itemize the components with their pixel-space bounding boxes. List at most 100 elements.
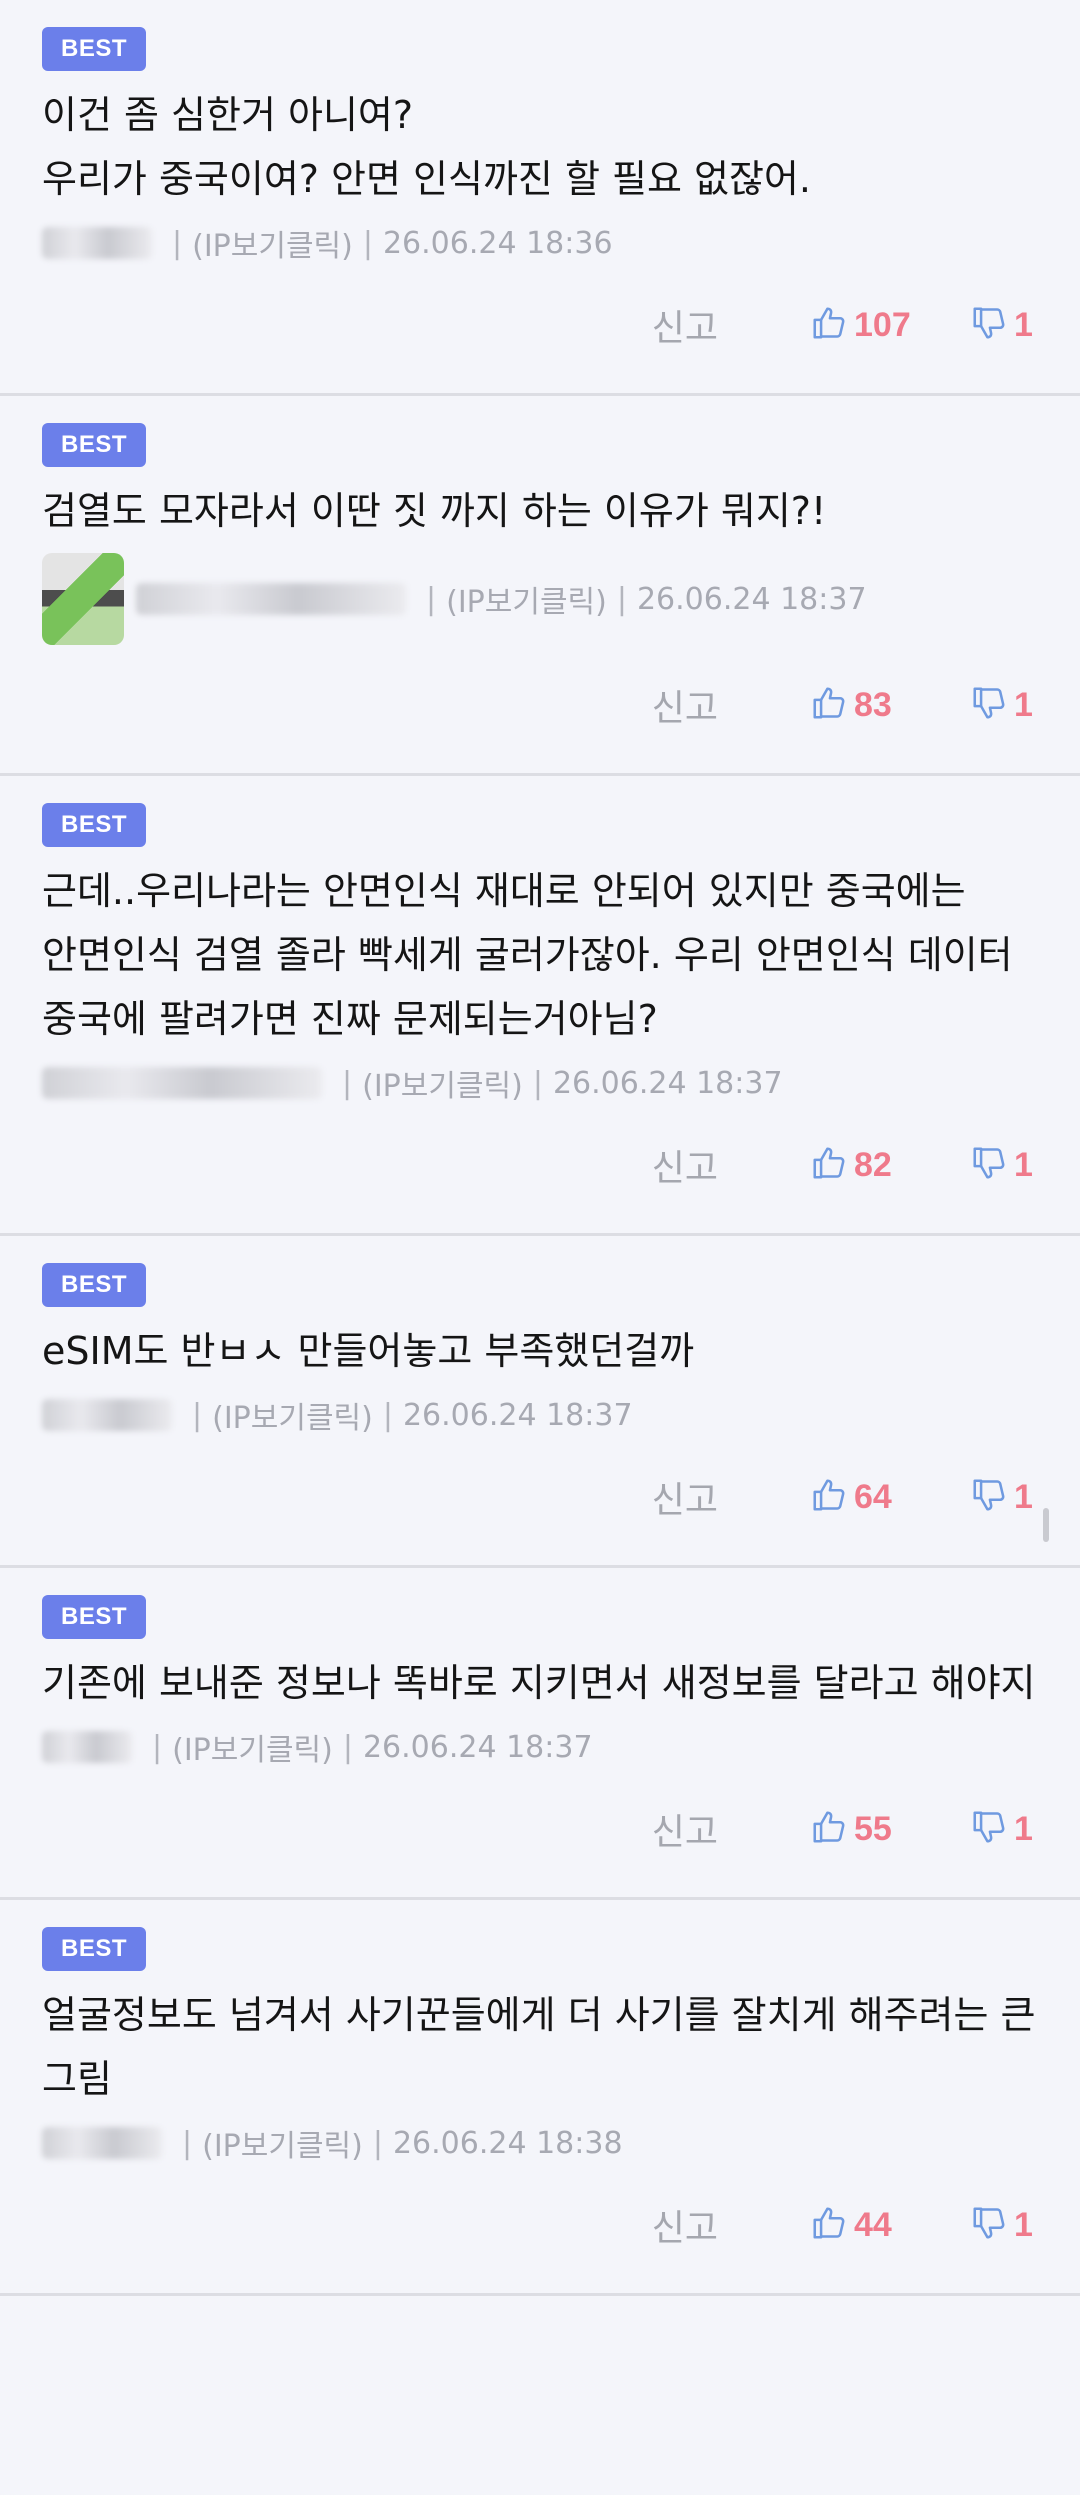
like-count: 107 bbox=[854, 305, 911, 344]
comment-meta: | (IP보기클릭) | 26.06.24 18:37 bbox=[42, 1393, 1040, 1437]
nickname[interactable] bbox=[42, 227, 152, 259]
ip-view-link[interactable]: (IP보기클릭) bbox=[202, 2121, 363, 2165]
separator: | bbox=[342, 1729, 353, 1765]
ip-view-link[interactable]: (IP보기클릭) bbox=[212, 1393, 373, 1437]
separator: | bbox=[382, 1397, 393, 1433]
ip-view-link[interactable]: (IP보기클릭) bbox=[172, 1725, 333, 1769]
best-badge: BEST bbox=[42, 1927, 147, 1971]
best-badge: BEST bbox=[42, 423, 147, 467]
avatar[interactable] bbox=[42, 553, 124, 645]
report-button[interactable]: 신고 bbox=[652, 299, 718, 351]
separator: | bbox=[426, 581, 437, 617]
comment-item: BEST 이건 좀 심한거 아니여? 우리가 중국이여? 안면 인식까진 할 필요… bbox=[0, 0, 1080, 396]
comment-date: 26.06.24 18:37 bbox=[552, 1065, 783, 1101]
ip-view-link[interactable]: (IP보기클릭) bbox=[192, 221, 353, 265]
ip-view-link[interactable]: (IP보기클릭) bbox=[362, 1061, 523, 1105]
dislike-count: 1 bbox=[1014, 1477, 1033, 1516]
comment-actions: 신고 64 1 bbox=[42, 1455, 1040, 1565]
comment-actions: 신고 55 1 bbox=[42, 1787, 1040, 1897]
thumbs-up-icon bbox=[810, 2204, 854, 2246]
report-button[interactable]: 신고 bbox=[652, 1803, 718, 1855]
like-button[interactable]: 55 bbox=[810, 1808, 970, 1850]
dislike-button[interactable]: 1 bbox=[970, 1144, 1040, 1186]
comment-text: 이건 좀 심한거 아니여? 우리가 중국이여? 안면 인식까진 할 필요 없잖어… bbox=[42, 93, 811, 201]
nickname[interactable] bbox=[42, 2127, 162, 2159]
report-button[interactable]: 신고 bbox=[652, 1139, 718, 1191]
comment-meta: | (IP보기클릭) | 26.06.24 18:38 bbox=[42, 2121, 1040, 2165]
separator: | bbox=[342, 1065, 353, 1101]
dislike-count: 1 bbox=[1014, 1809, 1033, 1848]
like-button[interactable]: 107 bbox=[810, 304, 970, 346]
separator: | bbox=[152, 1729, 163, 1765]
dislike-button[interactable]: 1 bbox=[970, 1808, 1040, 1850]
comment-text: 기존에 보내준 정보나 똑바로 지키면서 새정보를 달라고 해야지 bbox=[42, 1661, 1036, 1705]
separator: | bbox=[182, 2125, 193, 2161]
like-count: 55 bbox=[854, 1809, 892, 1848]
comment-list: BEST 이건 좀 심한거 아니여? 우리가 중국이여? 안면 인식까진 할 필요… bbox=[0, 0, 1080, 2296]
comment-text: eSIM도 반ㅂㅅ 만들어놓고 부족했던걸까 bbox=[42, 1329, 695, 1373]
nickname[interactable] bbox=[42, 1731, 132, 1763]
separator: | bbox=[172, 225, 183, 261]
report-button[interactable]: 신고 bbox=[652, 679, 718, 731]
separator: | bbox=[192, 1397, 203, 1433]
comment-actions: 신고 82 1 bbox=[42, 1123, 1040, 1233]
like-button[interactable]: 83 bbox=[810, 684, 970, 726]
comment-date: 26.06.24 18:37 bbox=[402, 1397, 633, 1433]
report-button[interactable]: 신고 bbox=[652, 2199, 718, 2251]
dislike-count: 1 bbox=[1014, 2205, 1033, 2244]
thumbs-down-icon bbox=[970, 2204, 1014, 2246]
comment-text: 검열도 모자라서 이딴 짓 까지 하는 이유가 뭐지?! bbox=[42, 489, 827, 533]
separator: | bbox=[616, 581, 627, 617]
comment-actions: 신고 44 1 bbox=[42, 2183, 1040, 2293]
separator: | bbox=[532, 1065, 543, 1101]
comment-item: BEST 기존에 보내준 정보나 똑바로 지키면서 새정보를 달라고 해야지 | (I… bbox=[0, 1568, 1080, 1900]
dislike-count: 1 bbox=[1014, 305, 1033, 344]
best-badge: BEST bbox=[42, 803, 147, 847]
comment-item: BEST 근데..우리나라는 안면인식 재대로 안되어 있지만 중국에는 안면인식… bbox=[0, 776, 1080, 1236]
thumbs-down-icon bbox=[970, 1144, 1014, 1186]
comment-date: 26.06.24 18:36 bbox=[382, 225, 613, 261]
best-badge: BEST bbox=[42, 1595, 147, 1639]
ip-view-link[interactable]: (IP보기클릭) bbox=[446, 577, 607, 621]
dislike-button[interactable]: 1 bbox=[970, 1476, 1040, 1518]
thumbs-up-icon bbox=[810, 1144, 854, 1186]
comment-date: 26.06.24 18:37 bbox=[636, 581, 867, 617]
thumbs-up-icon bbox=[810, 1808, 854, 1850]
separator: | bbox=[362, 225, 373, 261]
dislike-button[interactable]: 1 bbox=[970, 2204, 1040, 2246]
nickname[interactable] bbox=[136, 583, 406, 615]
comment-actions: 신고 107 1 bbox=[42, 283, 1040, 393]
comment-actions: 신고 83 1 bbox=[42, 663, 1040, 773]
thumbs-down-icon bbox=[970, 684, 1014, 726]
dislike-button[interactable]: 1 bbox=[970, 304, 1040, 346]
dislike-button[interactable]: 1 bbox=[970, 684, 1040, 726]
comment-meta: | (IP보기클릭) | 26.06.24 18:37 bbox=[42, 1725, 1040, 1769]
comment-date: 26.06.24 18:37 bbox=[362, 1729, 593, 1765]
like-button[interactable]: 44 bbox=[810, 2204, 970, 2246]
comment-item: BEST 얼굴정보도 넘겨서 사기꾼들에게 더 사기를 잘치게 해주려는 큰 그림… bbox=[0, 1900, 1080, 2296]
comment-meta: | (IP보기클릭) | 26.06.24 18:36 bbox=[42, 221, 1040, 265]
like-count: 82 bbox=[854, 1145, 892, 1184]
comment-date: 26.06.24 18:38 bbox=[392, 2125, 623, 2161]
scrollbar[interactable] bbox=[1043, 1508, 1049, 1542]
comment-item: BEST eSIM도 반ㅂㅅ 만들어놓고 부족했던걸까 | (IP보기클릭) | 26.0… bbox=[0, 1236, 1080, 1568]
best-badge: BEST bbox=[42, 27, 147, 71]
thumbs-up-icon bbox=[810, 304, 854, 346]
thumbs-down-icon bbox=[970, 1808, 1014, 1850]
like-button[interactable]: 82 bbox=[810, 1144, 970, 1186]
thumbs-up-icon bbox=[810, 1476, 854, 1518]
separator: | bbox=[372, 2125, 383, 2161]
thumbs-down-icon bbox=[970, 304, 1014, 346]
thumbs-up-icon bbox=[810, 684, 854, 726]
best-badge: BEST bbox=[42, 1263, 147, 1307]
thumbs-down-icon bbox=[970, 1476, 1014, 1518]
comment-text: 얼굴정보도 넘겨서 사기꾼들에게 더 사기를 잘치게 해주려는 큰 그림 bbox=[42, 1993, 1048, 2101]
comment-text: 근데..우리나라는 안면인식 재대로 안되어 있지만 중국에는 안면인식 검열 … bbox=[42, 869, 1025, 1041]
comment-meta: | (IP보기클릭) | 26.06.24 18:37 bbox=[42, 1061, 1040, 1105]
nickname[interactable] bbox=[42, 1067, 322, 1099]
like-count: 44 bbox=[854, 2205, 892, 2244]
nickname[interactable] bbox=[42, 1399, 172, 1431]
like-button[interactable]: 64 bbox=[810, 1476, 970, 1518]
like-count: 64 bbox=[854, 1477, 892, 1516]
report-button[interactable]: 신고 bbox=[652, 1471, 718, 1523]
